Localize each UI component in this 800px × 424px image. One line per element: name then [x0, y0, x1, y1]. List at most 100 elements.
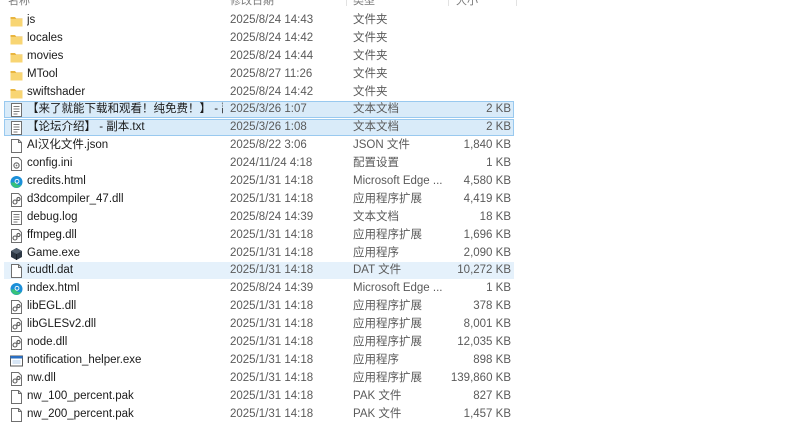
file-size: 898 KB	[473, 353, 511, 366]
file-row[interactable]: icudtl.dat 2025/1/31 14:18 DAT 文件 10,272 KB	[0, 262, 800, 280]
file-type: 文本文档	[353, 103, 399, 116]
file-row[interactable]: movies 2025/8/24 14:44 文件夹	[0, 48, 800, 66]
file-type: Microsoft Edge ...	[353, 282, 443, 295]
file-row[interactable]: js 2025/8/24 14:43 文件夹	[0, 12, 800, 30]
file-row[interactable]: AI汉化文件.json 2025/8/22 3:06 JSON 文件 1,840 KB	[0, 137, 800, 155]
dll-icon	[10, 192, 23, 207]
file-size: 1,457 KB	[463, 407, 511, 420]
file-size: 1 KB	[486, 282, 511, 295]
file-row[interactable]: nw.dll 2025/1/31 14:18 应用程序扩展 139,860 KB	[0, 370, 800, 388]
column-header: 名称 修改日期 类型 大小	[0, 0, 520, 8]
file-date: 2025/3/26 1:07	[230, 103, 307, 116]
file-type: PAK 文件	[353, 389, 402, 402]
column-size[interactable]: 大小	[456, 0, 478, 8]
file-row[interactable]: libEGL.dll 2025/1/31 14:18 应用程序扩展 378 KB	[0, 298, 800, 316]
file-row[interactable]: ffmpeg.dll 2025/1/31 14:18 应用程序扩展 1,696 KB	[0, 227, 800, 245]
file-type: 文件夹	[353, 49, 388, 62]
column-divider[interactable]	[346, 0, 347, 6]
file-date: 2025/1/31 14:18	[230, 318, 314, 331]
file-row[interactable]: 【论坛介绍】 - 副本.txt 2025/3/26 1:08 文本文档 2 KB	[0, 119, 800, 137]
file-name: node.dll	[27, 336, 68, 349]
file-name: movies	[27, 49, 64, 62]
file-name: 【来了就能下载和观看！纯免费！】 - 副...	[27, 103, 223, 116]
file-date: 2025/1/31 14:18	[230, 407, 314, 420]
file-row[interactable]: config.ini 2024/11/24 4:18 配置设置 1 KB	[0, 155, 800, 173]
file-type: 文本文档	[353, 121, 399, 134]
file-name: nw.dll	[27, 371, 56, 384]
file-size: 4,419 KB	[463, 192, 511, 205]
file-name: index.html	[27, 282, 80, 295]
file-name: d3dcompiler_47.dll	[27, 192, 124, 205]
file-date: 2025/8/24 14:43	[230, 14, 314, 26]
file-name: MTool	[27, 67, 58, 80]
file-type: 应用程序扩展	[353, 192, 422, 205]
file-row[interactable]: nw_200_percent.pak 2025/1/31 14:18 PAK 文件 1…	[0, 406, 800, 424]
game-icon	[10, 247, 23, 261]
file-date: 2025/8/24 14:42	[230, 31, 314, 44]
file-row[interactable]: index.html 2025/8/24 14:39 Microsoft Edge …	[0, 280, 800, 298]
file-row[interactable]: credits.html 2025/1/31 14:18 Microsoft Edg…	[0, 173, 800, 191]
file-size: 1,840 KB	[463, 139, 511, 152]
file-row[interactable]: 【来了就能下载和观看！纯免费！】 - 副... 2025/3/26 1:07 文本文…	[0, 101, 800, 119]
file-type: 应用程序扩展	[353, 336, 422, 349]
file-row[interactable]: debug.log 2025/8/24 14:39 文本文档 18 KB	[0, 209, 800, 227]
file-row[interactable]: locales 2025/8/24 14:42 文件夹	[0, 30, 800, 48]
file-type: 应用程序扩展	[353, 318, 422, 331]
file-size: 2 KB	[486, 121, 511, 134]
file-row[interactable]: node.dll 2025/1/31 14:18 应用程序扩展 12,035 KB	[0, 334, 800, 352]
file-type: 文件夹	[353, 31, 388, 44]
text-icon	[10, 121, 23, 136]
file-type: 应用程序扩展	[353, 371, 422, 384]
edge-icon	[10, 175, 23, 189]
file-date: 2025/1/31 14:18	[230, 246, 314, 259]
file-size: 1 KB	[486, 157, 511, 170]
text-icon	[10, 103, 23, 118]
file-name: libEGL.dll	[27, 300, 77, 313]
file-name: 【论坛介绍】 - 副本.txt	[27, 121, 145, 134]
file-size: 2 KB	[486, 103, 511, 116]
column-divider[interactable]	[448, 0, 449, 6]
file-row[interactable]: notification_helper.exe 2025/1/31 14:18 应用…	[0, 352, 800, 370]
file-date: 2025/1/31 14:18	[230, 353, 314, 366]
file-size: 2,090 KB	[463, 246, 511, 259]
file-date: 2025/1/31 14:18	[230, 192, 314, 205]
file-date: 2025/1/31 14:18	[230, 389, 314, 402]
column-type[interactable]: 类型	[353, 0, 375, 8]
file-row[interactable]: swiftshader 2025/8/24 14:42 文件夹	[0, 84, 800, 102]
file-list: js 2025/8/24 14:43 文件夹 locales 2025/8/24 14:…	[0, 12, 800, 423]
file-name: js	[27, 14, 36, 26]
file-type: 应用程序扩展	[353, 228, 422, 241]
column-date[interactable]: 修改日期	[230, 0, 274, 8]
text-icon	[10, 210, 23, 225]
file-name: notification_helper.exe	[27, 353, 142, 366]
dll-icon	[10, 336, 23, 351]
file-size: 18 KB	[479, 210, 511, 223]
file-row[interactable]: MTool 2025/8/27 11:26 文件夹	[0, 66, 800, 84]
file-row[interactable]: nw_100_percent.pak 2025/1/31 14:18 PAK 文件 8…	[0, 388, 800, 406]
file-date: 2025/1/31 14:18	[230, 336, 314, 349]
file-date: 2025/3/26 1:08	[230, 121, 307, 134]
file-row[interactable]: d3dcompiler_47.dll 2025/1/31 14:18 应用程序扩展 4…	[0, 191, 800, 209]
file-date: 2025/1/31 14:18	[230, 264, 314, 277]
file-size: 4,580 KB	[463, 175, 511, 188]
file-name: swiftshader	[27, 85, 86, 98]
file-size: 1,696 KB	[463, 228, 511, 241]
file-name: credits.html	[27, 175, 86, 188]
file-type: 应用程序	[353, 353, 399, 366]
folder-icon	[10, 68, 23, 82]
file-date: 2025/1/31 14:18	[230, 228, 314, 241]
edge-icon	[10, 282, 23, 296]
column-divider[interactable]	[516, 0, 517, 6]
folder-icon	[10, 50, 23, 64]
folder-icon	[10, 32, 23, 46]
file-name: ffmpeg.dll	[27, 228, 77, 241]
file-date: 2025/1/31 14:18	[230, 371, 314, 384]
file-row[interactable]: Game.exe 2025/1/31 14:18 应用程序 2,090 KB	[0, 245, 800, 263]
column-name[interactable]: 名称	[8, 0, 30, 8]
file-row[interactable]: libGLESv2.dll 2025/1/31 14:18 应用程序扩展 8,001 …	[0, 316, 800, 334]
file-name: Game.exe	[27, 246, 81, 259]
file-size: 8,001 KB	[463, 318, 511, 331]
file-date: 2025/8/24 14:39	[230, 210, 314, 223]
file-date: 2024/11/24 4:18	[230, 157, 313, 170]
file-size: 10,272 KB	[457, 264, 511, 277]
